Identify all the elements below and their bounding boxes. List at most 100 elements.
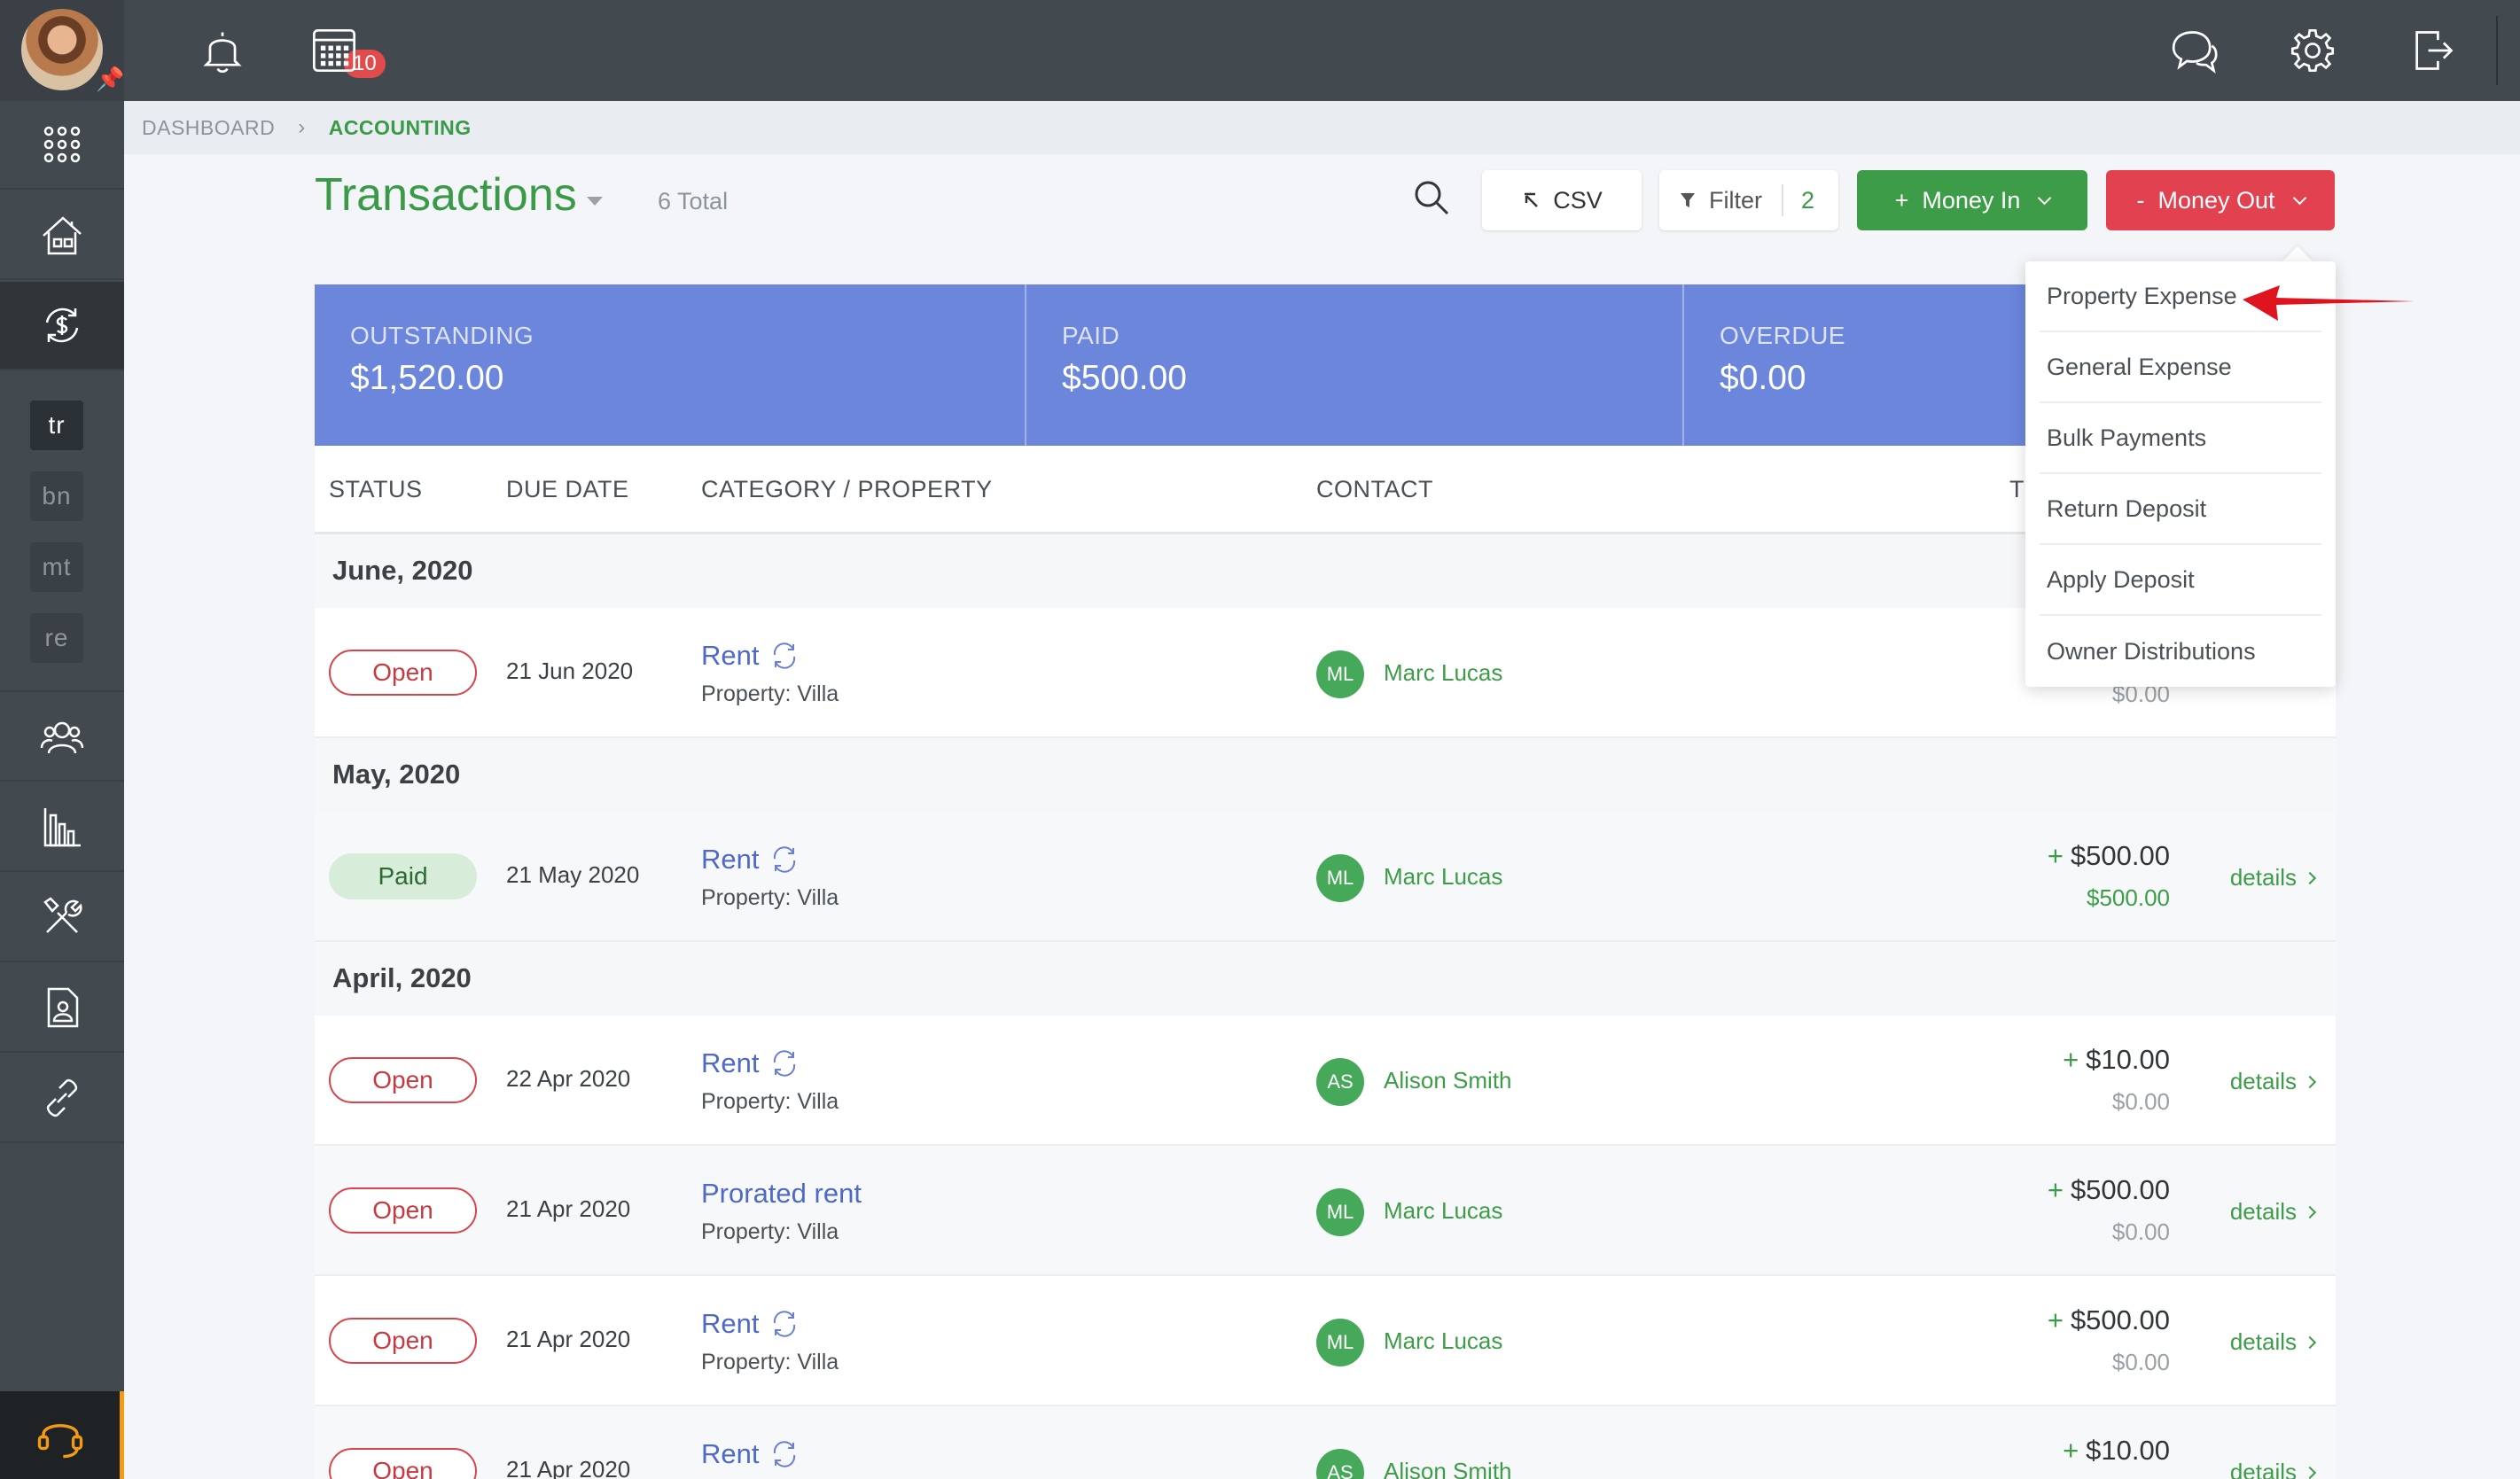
amount-value: $500.00 [2070,840,2170,871]
sidebar-badge-mt[interactable]: mt [30,542,83,592]
money-out-button[interactable]: - Money Out [2106,170,2335,230]
recurring-icon [774,846,796,873]
total-amount: + $10.00 [2063,1435,2170,1467]
logout-button[interactable] [2402,19,2464,82]
category-link[interactable]: Rent [701,844,800,876]
details-label: details [2229,1328,2297,1355]
contact-name[interactable]: Marc Lucas [1384,1327,1502,1355]
summary-paid-label: PAID [1062,322,1120,349]
table-row[interactable]: Open 21 Apr 2020 Rent AS Alison Smith + $… [315,1406,2336,1479]
logout-icon [2415,31,2454,70]
export-csv-button[interactable]: CSV [1482,170,1642,230]
contact-avatar: ML [1316,650,1364,698]
maintenance-button[interactable] [0,874,124,962]
reports-button[interactable] [0,783,124,872]
due-date: 21 May 2020 [506,861,640,888]
properties-button[interactable] [0,191,124,280]
page-title[interactable]: Transactions [315,168,577,222]
notifications-button[interactable] [191,19,254,82]
support-button[interactable] [0,1391,124,1479]
bell-icon [203,32,242,74]
headset-icon [37,1423,82,1458]
search-button[interactable] [1409,175,1454,220]
table-row[interactable]: Open 22 Apr 2020 Rent Property: Villa AS… [315,1016,2336,1146]
recurring-icon [774,642,796,669]
contact-avatar: ML [1316,854,1364,902]
filter-label: Filter [1709,186,1762,214]
details-link[interactable]: details [2230,1198,2317,1226]
contact-name[interactable]: Marc Lucas [1384,863,1502,891]
summary-paid-value: $500.00 [1062,359,1187,397]
contact-name[interactable]: Marc Lucas [1384,659,1502,687]
paid-amount: $0.00 [2111,1218,2170,1245]
header-status[interactable]: STATUS [329,476,423,503]
menu-item-return-deposit[interactable]: Return Deposit [2040,474,2321,545]
header-due-date[interactable]: DUE DATE [506,476,629,503]
due-date: 22 Apr 2020 [506,1065,631,1092]
sidebar-badge-re[interactable]: re [30,613,83,663]
details-link[interactable]: details [2230,1459,2317,1479]
link-icon [46,1078,78,1117]
category-link[interactable]: Prorated rent [701,1178,862,1210]
property-label: Property: Villa [701,1089,839,1114]
document-person-icon [47,987,79,1028]
amount-value: $500.00 [2070,1174,2170,1205]
pin-icon[interactable]: 📌 [96,66,124,93]
category-link[interactable]: Rent [701,1438,800,1470]
category-label: Rent [701,1047,760,1078]
header-category[interactable]: CATEGORY / PROPERTY [701,476,993,503]
money-out-label: - Money Out [2136,186,2275,214]
links-button[interactable] [0,1055,124,1143]
category-link[interactable]: Rent [701,1308,800,1340]
people-icon [40,721,84,754]
details-link[interactable]: details [2230,1068,2317,1095]
details-link[interactable]: details [2229,1328,2317,1356]
category-link[interactable]: Rent [701,640,800,672]
accounting-button[interactable] [0,282,124,370]
contact-name[interactable]: Marc Lucas [1384,1197,1502,1225]
menu-item-apply-deposit[interactable]: Apply Deposit [2040,545,2321,616]
breadcrumb-accounting: ACCOUNTING [328,115,472,139]
menu-item-bulk-payments[interactable]: Bulk Payments [2040,403,2321,474]
sidebar-badge-bn[interactable]: bn [30,471,83,521]
plus-sign: + [2047,1304,2064,1335]
plus-sign: + [2063,1435,2079,1466]
table-row[interactable]: Open 21 Apr 2020 Rent Property: Villa ML… [315,1276,2336,1406]
money-in-button[interactable]: + Money In [1857,170,2087,230]
category-label: Rent [701,844,760,875]
breadcrumb-dashboard[interactable]: DASHBOARD [142,116,275,140]
filter-button[interactable]: Filter 2 [1659,170,1838,230]
contact-avatar: AS [1316,1058,1364,1106]
recurring-icon [774,1311,796,1337]
table-row[interactable]: Open 21 Apr 2020 Prorated rent Property:… [315,1146,2336,1276]
filter-count: 2 [1801,186,1815,214]
amount-value: $500.00 [2070,1304,2170,1335]
header-total[interactable]: T [2009,476,2025,503]
avatar[interactable] [21,9,103,90]
money-cycle-icon [45,307,79,343]
details-link[interactable]: details [2230,864,2317,891]
menu-item-owner-distributions[interactable]: Owner Distributions [2040,616,2321,687]
messages-button[interactable] [2165,19,2227,82]
contact-name[interactable]: Alison Smith [1384,1067,1512,1094]
calendar-button[interactable] [303,19,365,82]
chevron-right-icon [2303,871,2317,884]
summary-outstanding-label: OUTSTANDING [350,322,534,349]
table-row[interactable]: Paid 21 May 2020 Rent Property: Villa ML… [315,812,2336,942]
sidebar-badge-tr[interactable]: tr [30,401,83,450]
grid-icon [43,126,81,163]
apps-grid-button[interactable] [0,101,124,190]
status-badge: Open [329,1448,477,1479]
contact-name[interactable]: Alison Smith [1384,1458,1512,1479]
settings-button[interactable] [2282,19,2344,82]
contacts-button[interactable] [0,693,124,782]
tenant-documents-button[interactable] [0,964,124,1053]
menu-item-general-expense[interactable]: General Expense [2040,332,2321,403]
summary-outstanding[interactable]: OUTSTANDING $1,520.00 [315,284,1026,446]
plus-sign: + [2063,1044,2079,1075]
summary-paid[interactable]: PAID $500.00 [1026,284,1684,446]
search-icon [1415,181,1449,215]
title-caret-icon[interactable] [587,197,603,206]
header-contact[interactable]: CONTACT [1316,476,1433,503]
category-link[interactable]: Rent [701,1047,800,1079]
